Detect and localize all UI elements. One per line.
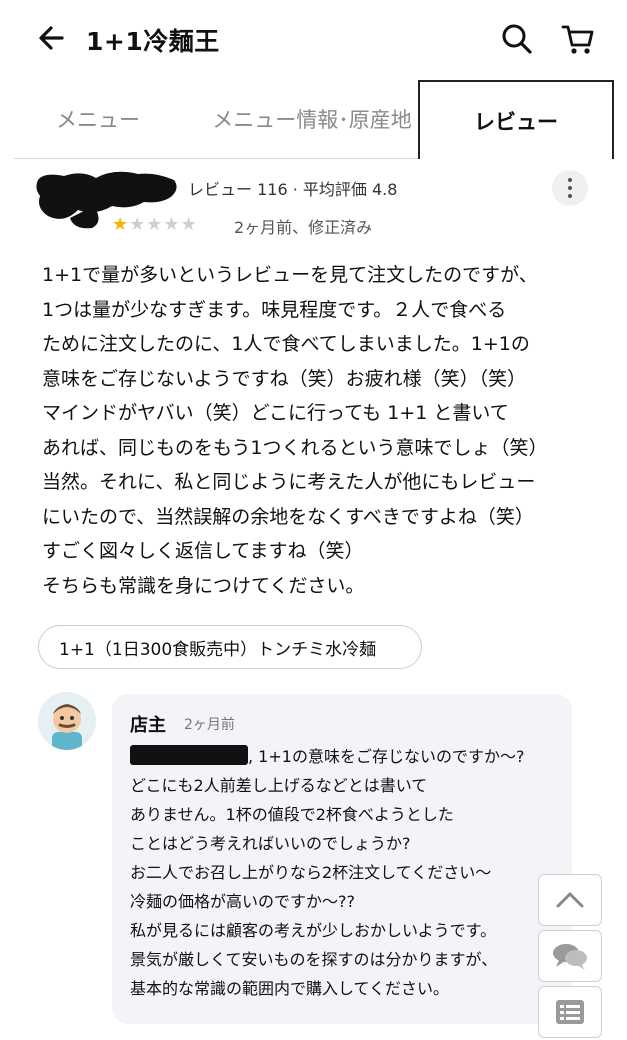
back-button[interactable] (34, 20, 70, 56)
reviewer-meta: レビュー 116 · 平均評価 4.8 (188, 180, 398, 199)
review-line: そちらも常識を身につけてください。 (42, 574, 365, 597)
star-rating: ★★★★★ (112, 214, 198, 235)
review-text: 1+1で量が多いというレビューを見て注文したのですが、 1つは量が少なすぎます。… (42, 258, 602, 603)
chip-label: 1+1（1日300食販売中）トンチミ水冷麺 (59, 639, 377, 660)
star-icon: ★ (180, 214, 198, 235)
search-icon (502, 24, 532, 54)
cart-button[interactable] (560, 22, 596, 56)
reply-line: ことはどう考えればいいのでしょうか? (130, 834, 411, 853)
star-icon: ★ (112, 214, 130, 235)
ordered-menu-chip[interactable]: 1+1（1日300食販売中）トンチミ水冷麺 (38, 625, 422, 669)
star-icon: ★ (163, 214, 181, 235)
star-icon: ★ (129, 214, 147, 235)
review-line: ために注文したのに、1人で食べてしまいました。1+1の (42, 333, 530, 355)
owner-name: 店主 (130, 715, 166, 736)
review-line: 当然。それに、私と同じように考えた人が他にもレビュー (42, 471, 536, 493)
list-icon (556, 1000, 584, 1024)
review-line: 1つは量が少なすぎます。味見程度です。２人で食べる (42, 298, 507, 321)
cart-icon (561, 25, 594, 54)
chat-button[interactable] (538, 930, 602, 982)
tab-label: メニュー (56, 108, 140, 132)
review-line: にいたので、当然誤解の余地をなくすべきですよね（笑） (42, 505, 534, 528)
owner-reply-text: , 1+1の意味をご存じないのですか～? どこにも2人前差し上げるなどとは書いて… (130, 742, 560, 1003)
list-button[interactable] (538, 986, 602, 1038)
reply-line: , 1+1の意味をご存じないのですか～? (130, 742, 560, 771)
tab-label: メニュー情報･原産地 (212, 108, 412, 132)
app-header: 1+1冷麺王 (0, 0, 627, 78)
reply-line: 基本的な常識の範囲内で購入してください。 (130, 979, 450, 998)
reply-line: 景気が厳しくて安いものを探すのは分かりますが、 (130, 950, 498, 969)
review-line: 1+1で量が多いというレビューを見て注文したのですが、 (42, 264, 538, 286)
kebab-icon (568, 176, 572, 200)
reply-line: お二人でお召し上がりなら2杯注文してください～ (130, 863, 492, 882)
arrow-left-icon (39, 26, 64, 50)
tab-menu[interactable]: メニュー (14, 80, 182, 158)
review-line: マインドがヤバい（笑）どこに行っても 1+1 と書いて (42, 402, 509, 424)
tab-bar: メニュー メニュー情報･原産地 レビュー (14, 80, 614, 159)
tab-menu-info[interactable]: メニュー情報･原産地 (194, 80, 430, 158)
tab-label: レビュー (474, 109, 558, 134)
review-line: 意味をご存じないようですね（笑）お疲れ様（笑）（笑） (42, 367, 527, 390)
chat-bubbles-icon (553, 944, 587, 970)
reply-line-text: , 1+1の意味をご存じないのですか～? (248, 747, 525, 766)
reply-line: 冷麺の価格が高いのですか～?? (130, 892, 355, 911)
scroll-top-button[interactable] (538, 874, 602, 926)
owner-avatar-icon (38, 692, 96, 750)
chevron-up-icon (556, 892, 584, 908)
review-date: 2ヶ月前、修正済み (234, 218, 373, 237)
owner-reply-time: 2ヶ月前 (184, 717, 235, 733)
reply-line: どこにも2人前差し上げるなどとは書いて (130, 776, 428, 795)
owner-avatar (38, 692, 96, 750)
page-title: 1+1冷麺王 (86, 27, 220, 56)
review-line: すごく図々しく返信してますね（笑） (42, 540, 364, 562)
redacted-customer-name (130, 745, 248, 765)
more-options-button[interactable] (552, 170, 588, 206)
review-line: あれば、同じものをもう1つくれるという意味でしょ（笑） (42, 436, 548, 459)
reply-line: ありません。1杯の値段で2杯食べようとした (130, 805, 454, 824)
star-icon: ★ (146, 214, 164, 235)
search-button[interactable] (500, 22, 534, 56)
reply-line: 私が見るには顧客の考えが少しおかしいようです。 (130, 921, 497, 940)
tab-reviews[interactable]: レビュー (418, 80, 614, 159)
